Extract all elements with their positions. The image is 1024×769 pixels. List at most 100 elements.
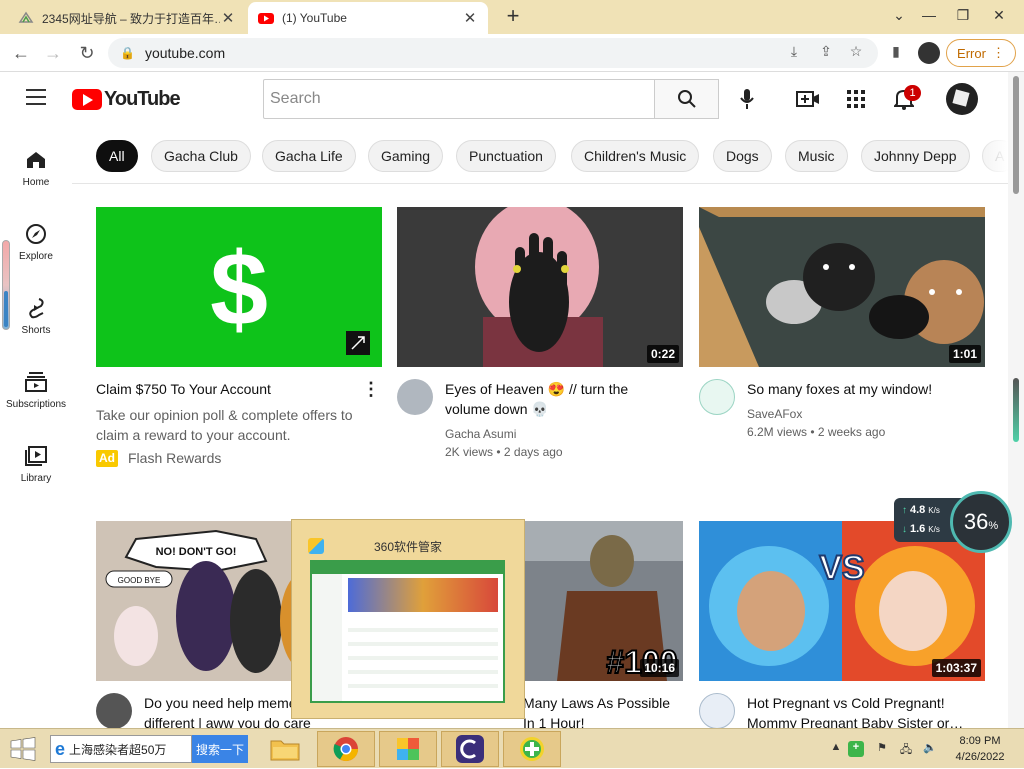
youtube-favicon-icon [258, 10, 274, 26]
taskbar-search-field[interactable]: e 上海感染者超50万 [50, 735, 192, 763]
chip-music[interactable]: Music [785, 140, 848, 172]
chrome-icon [333, 737, 358, 762]
chip-johnny-depp[interactable]: Johnny Depp [861, 140, 970, 172]
video-title[interactable]: So many foxes at my window! [747, 379, 972, 399]
apps-grid-icon[interactable] [844, 87, 868, 111]
video-title[interactable]: Hot Pregnant vs Cold Pregnant! Mommy Pre… [747, 693, 972, 728]
new-tab-button[interactable]: + [500, 4, 526, 30]
install-icon[interactable]: ⤓ [784, 43, 804, 63]
chip-all[interactable]: All [96, 140, 138, 172]
gauge-value: 36 [963, 509, 989, 534]
search-button[interactable] [655, 79, 719, 119]
windows-logo-icon [10, 737, 36, 761]
clock-date: 4/26/2022 [955, 751, 1005, 763]
taskbar-cortana-app[interactable] [441, 731, 499, 767]
search-icon [677, 90, 696, 108]
windows-taskbar: e 上海感染者超50万 搜索一下 ▲ + ⚑ 🖧 🔈 8:09 PM 4/26/… [0, 728, 1024, 768]
tab-2345[interactable]: 2345网址导航 – 致力于打造百年… ✕ [8, 2, 246, 34]
tray-volume-icon[interactable]: 🔈 [922, 741, 938, 757]
youtube-play-icon [72, 89, 102, 110]
side-panel-icon[interactable]: ▮ [886, 43, 906, 63]
chip-gaming[interactable]: Gaming [368, 140, 444, 172]
lock-icon: 🔒 [120, 46, 135, 60]
url-field[interactable]: 🔒 youtube.com [108, 38, 878, 68]
taskbar-file-explorer[interactable] [256, 731, 314, 767]
more-options-icon[interactable]: ⋮ [362, 379, 380, 400]
youtube-logo[interactable]: YouTube [72, 88, 181, 111]
forward-icon[interactable]: → [40, 40, 66, 66]
side-scroll-indicator[interactable] [1013, 378, 1019, 442]
video-title[interactable]: Many Laws As Possible In 1 Hour! [523, 693, 683, 728]
channel-avatar[interactable] [699, 693, 735, 728]
video-thumbnail[interactable]: 1:01 [699, 207, 985, 367]
video-title[interactable]: Eyes of Heaven 😍 // turn the volume down… [445, 379, 670, 419]
video-thumbnail[interactable]: VS 1:03:37 [699, 521, 985, 681]
channel-name[interactable]: SaveAFox [747, 405, 977, 423]
channel-avatar[interactable] [397, 379, 433, 415]
youtube-header: YouTube Search 1 [0, 72, 1008, 128]
profile-avatar[interactable] [918, 42, 940, 64]
taskbar-search-button[interactable]: 搜索一下 [192, 735, 248, 763]
chip-dogs[interactable]: Dogs [713, 140, 772, 172]
create-video-icon[interactable] [796, 87, 820, 111]
chip-gacha-club[interactable]: Gacha Club [151, 140, 251, 172]
reload-icon[interactable]: ↻ [74, 40, 100, 66]
taskbar-chrome[interactable] [317, 731, 375, 767]
search-input[interactable]: Search [263, 79, 655, 119]
chip-gacha-life[interactable]: Gacha Life [262, 140, 356, 172]
taskbar-clock[interactable]: 8:09 PM 4/26/2022 [948, 733, 1012, 765]
back-icon[interactable]: ← [8, 40, 34, 66]
share-icon[interactable]: ⇪ [816, 43, 836, 63]
bookmark-star-icon[interactable]: ☆ [846, 43, 866, 63]
sidebar-item-label: Subscriptions [5, 399, 67, 410]
tray-flag-icon[interactable]: ⚑ [874, 741, 890, 757]
filter-chips-bar: All Gacha Club Gacha Life Gaming Punctua… [72, 128, 1008, 184]
compass-icon [24, 222, 48, 246]
memory-usage-gauge[interactable]: 36% [950, 491, 1012, 553]
channel-avatar[interactable] [96, 693, 132, 728]
channel-avatar[interactable] [699, 379, 735, 415]
library-icon [24, 444, 48, 468]
taskbar-360-security[interactable] [503, 731, 561, 767]
restore-icon[interactable]: ❐ [946, 0, 980, 30]
error-button[interactable]: Error ⋮ [946, 39, 1016, 67]
tab-youtube[interactable]: (1) YouTube ✕ [248, 2, 488, 34]
sidebar-item-shorts[interactable]: Shorts [0, 286, 72, 346]
chip-punctuation[interactable]: Punctuation [456, 140, 556, 172]
ad-channel: Flash Rewards [128, 450, 222, 466]
video-thumbnail[interactable]: $ [96, 207, 382, 367]
channel-name[interactable]: Gacha Asumi [445, 425, 675, 443]
upload-unit: K/s [928, 506, 940, 515]
download-speed: 1.6 [910, 523, 926, 535]
sidebar-item-library[interactable]: Library [0, 434, 72, 494]
svg-text:$: $ [210, 232, 268, 348]
video-thumbnail[interactable]: 0:22 [397, 207, 683, 367]
video-views-age: 6.2M views • 2 weeks ago [747, 425, 886, 439]
tray-network-icon[interactable]: 🖧 [898, 741, 914, 757]
folder-icon [270, 740, 300, 761]
close-window-icon[interactable]: ✕ [982, 0, 1016, 30]
chip-childrens-music[interactable]: Children's Music [571, 140, 700, 172]
subscriptions-icon [24, 370, 48, 394]
video-views-age: 2K views • 2 days ago [445, 445, 563, 459]
sidebar-item-home[interactable]: Home [0, 138, 72, 198]
tab-search-icon[interactable]: ⌄ [882, 0, 916, 30]
sidebar-item-subscriptions[interactable]: Subscriptions [0, 360, 72, 420]
mini-guide-sidebar: Home Explore Shorts Subscriptions Librar… [0, 128, 72, 728]
sidebar-item-explore[interactable]: Explore [0, 212, 72, 272]
close-tab-icon[interactable]: ✕ [220, 9, 236, 27]
software-manager-popup[interactable]: 360软件管家 [291, 519, 525, 719]
voice-search-button[interactable] [730, 82, 764, 116]
video-card[interactable]: VS 1:03:37 Hot Pregnant vs Cold Pregnant… [699, 521, 985, 728]
volume-slider[interactable] [2, 240, 10, 330]
close-tab-icon[interactable]: ✕ [462, 9, 478, 27]
menu-icon[interactable] [26, 89, 46, 105]
account-avatar[interactable] [946, 83, 978, 115]
minimize-icon[interactable]: — [912, 0, 946, 30]
video-title[interactable]: Claim $750 To Your Account [96, 379, 356, 399]
tray-360-icon[interactable]: + [848, 741, 864, 757]
start-button[interactable] [0, 729, 46, 769]
taskbar-360-software[interactable] [379, 731, 437, 767]
scrollbar-thumb[interactable] [1013, 76, 1019, 194]
tray-expand-icon[interactable]: ▲ [828, 741, 844, 757]
